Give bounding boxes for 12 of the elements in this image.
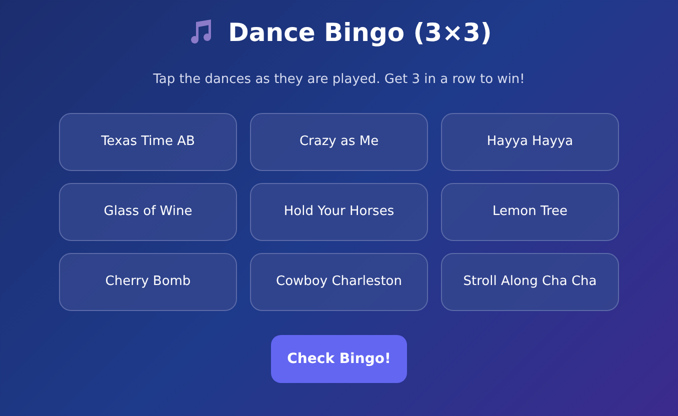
bingo-cell[interactable]: Stroll Along Cha Cha xyxy=(441,253,619,311)
instructions-text: Tap the dances as they are played. Get 3 in a row to win! xyxy=(153,73,525,86)
bingo-cell[interactable]: Hayya Hayya xyxy=(441,113,619,171)
bingo-cell[interactable]: Texas Time AB xyxy=(59,113,237,171)
bingo-cell[interactable]: Hold Your Horses xyxy=(250,183,428,241)
bingo-cell[interactable]: Cherry Bomb xyxy=(59,253,237,311)
bingo-cell[interactable]: Lemon Tree xyxy=(441,183,619,241)
page-title: Dance Bingo (3×3) xyxy=(228,20,492,44)
bingo-cell[interactable]: Cowboy Charleston xyxy=(250,253,428,311)
bingo-cell[interactable]: Crazy as Me xyxy=(250,113,428,171)
check-bingo-button[interactable]: Check Bingo! xyxy=(271,335,407,383)
bingo-cell[interactable]: Glass of Wine xyxy=(59,183,237,241)
